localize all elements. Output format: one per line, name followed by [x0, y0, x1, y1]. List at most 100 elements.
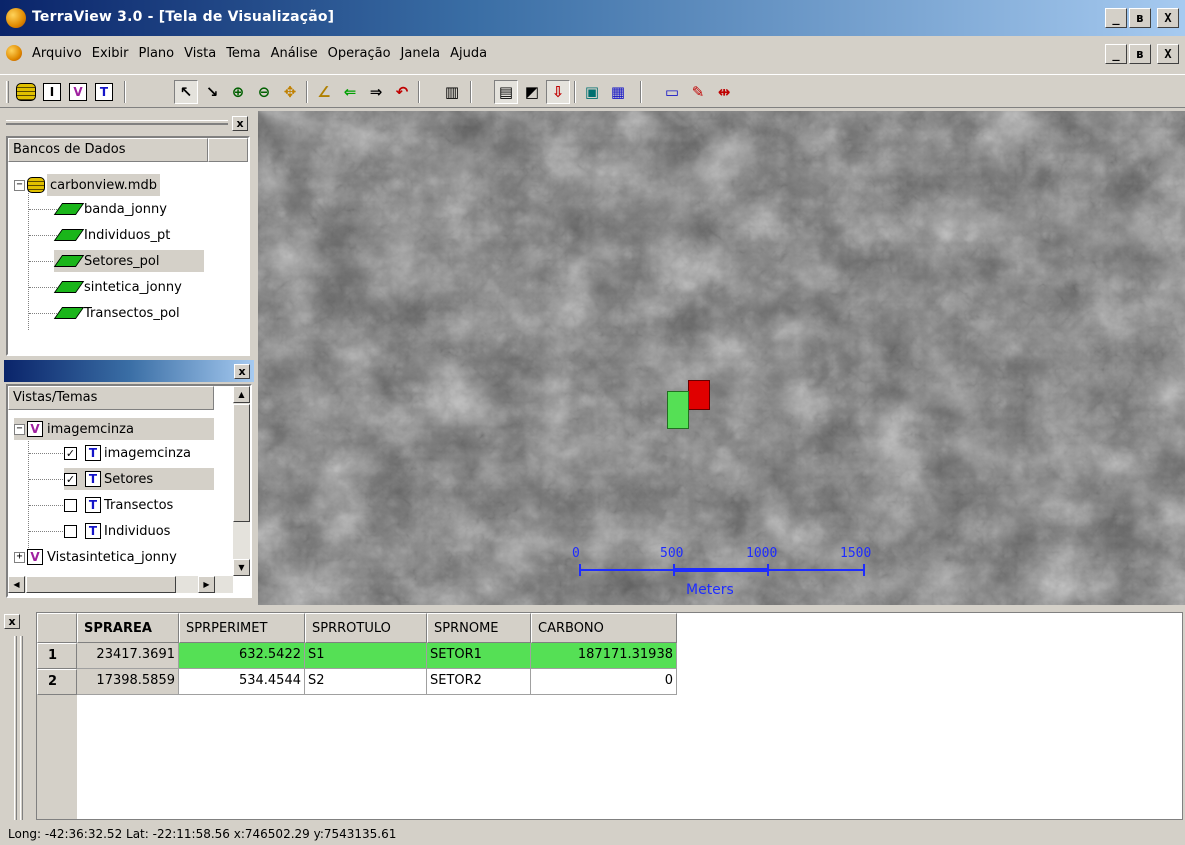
table-cell[interactable]: 632.5422 — [179, 643, 305, 669]
table-cell[interactable]: 0 — [531, 669, 677, 695]
minimize-button[interactable]: _ — [1105, 8, 1127, 28]
table-cell[interactable]: 17398.5859 — [77, 669, 179, 695]
table-cell[interactable]: S2 — [305, 669, 427, 695]
table-cell[interactable]: SETOR2 — [427, 669, 531, 695]
sector-polygon-green[interactable] — [667, 391, 689, 429]
menu-plano[interactable]: Plano — [139, 46, 175, 61]
theme-icon: T — [85, 497, 101, 513]
edit-icon[interactable]: ✎ — [686, 80, 710, 104]
graphic-icon[interactable]: ◩ — [520, 80, 544, 104]
table-close-button[interactable]: x — [4, 614, 20, 629]
toolbar-grip[interactable] — [6, 81, 9, 103]
table-corner[interactable] — [37, 613, 77, 643]
zoom-out-icon[interactable]: ⊖ — [252, 80, 276, 104]
menu-exibir[interactable]: Exibir — [92, 46, 129, 61]
views-tree-header[interactable]: Vistas/Temas — [8, 386, 214, 410]
row-header-1[interactable]: 1 — [37, 643, 77, 669]
tree-layer-transectos-pol[interactable]: Transectos_pol — [53, 302, 180, 324]
tree-layer-setores-pol[interactable]: Setores_pol — [53, 250, 204, 272]
undo-icon[interactable]: ↶ — [390, 80, 414, 104]
table-cell[interactable]: 187171.31938 — [531, 643, 677, 669]
info-tool-icon[interactable]: ↘ — [200, 80, 224, 104]
col-header-carbono[interactable]: CARBONO — [531, 613, 677, 643]
table-dock-grip[interactable]: x — [4, 612, 34, 822]
table-cell[interactable]: SETOR1 — [427, 643, 531, 669]
tree-database-carbonview[interactable]: − carbonview.mdb — [14, 174, 160, 196]
col-header-sprarea[interactable]: SPRAREA — [77, 613, 179, 643]
zoom-in-icon[interactable]: ⊕ — [226, 80, 250, 104]
tree-layer-sintetica-jonny[interactable]: sintetica_jonny — [53, 276, 182, 298]
row-header-filler — [37, 695, 77, 819]
menu-analise[interactable]: Análise — [271, 46, 318, 61]
import-icon[interactable]: ⇩ — [546, 80, 570, 104]
tree-layer-individuos-pt[interactable]: Individuos_pt — [53, 224, 170, 246]
database-icon[interactable] — [14, 80, 38, 104]
tree-theme-individuos[interactable]: T Individuos — [64, 520, 170, 542]
views-horizontal-scrollbar[interactable]: ◀ ▶ — [8, 576, 233, 593]
row-header-2[interactable]: 2 — [37, 669, 77, 695]
child-restore-button[interactable]: ʙ — [1129, 44, 1151, 64]
views-panel-titlebar[interactable]: x — [4, 360, 254, 382]
child-minimize-button[interactable]: _ — [1105, 44, 1127, 64]
tree-theme-transectos[interactable]: T Transectos — [64, 494, 173, 516]
scroll-down-arrow-icon[interactable]: ▼ — [233, 559, 250, 576]
grid-icon[interactable]: ▥ — [440, 80, 464, 104]
menu-janela[interactable]: Janela — [401, 46, 441, 61]
menu-arquivo[interactable]: Arquivo — [32, 46, 82, 61]
layer-polygon-icon — [53, 255, 85, 267]
dock-grip[interactable] — [6, 120, 228, 125]
db-tree-header-extra[interactable] — [208, 138, 248, 162]
theme-checkbox[interactable]: ✓ — [64, 472, 77, 486]
infolayer-icon[interactable]: I — [40, 80, 64, 104]
pan-icon[interactable]: ✥ — [278, 80, 302, 104]
draw-icon[interactable]: ∠ — [312, 80, 336, 104]
legend-icon[interactable]: ▭ — [660, 80, 684, 104]
pointer-icon[interactable]: ↖ — [174, 80, 198, 104]
views-vertical-scrollbar[interactable]: ▲ ▼ — [233, 386, 250, 576]
theme-checkbox[interactable] — [64, 524, 77, 538]
table-cell[interactable]: S1 — [305, 643, 427, 669]
collapse-icon[interactable]: − — [14, 423, 25, 435]
menu-vista[interactable]: Vista — [184, 46, 216, 61]
menu-operacao[interactable]: Operação — [328, 46, 391, 61]
expand-icon[interactable]: + — [14, 551, 25, 563]
db-panel-close-button[interactable]: x — [232, 116, 248, 131]
print-icon[interactable]: ▤ — [494, 80, 518, 104]
scroll-h-thumb[interactable] — [26, 576, 176, 593]
tree-view-imagemcinza[interactable]: − V imagemcinza — [14, 418, 214, 440]
window-title: TerraView 3.0 - [Tela de Visualização] — [32, 9, 335, 25]
table-cell[interactable]: 534.4544 — [179, 669, 305, 695]
sector-polygon-red[interactable] — [688, 380, 710, 410]
theme-icon[interactable]: T — [92, 80, 116, 104]
scroll-up-arrow-icon[interactable]: ▲ — [233, 386, 250, 403]
menu-tema[interactable]: Tema — [226, 46, 260, 61]
document-icon[interactable] — [6, 45, 22, 61]
view-icon[interactable]: V — [66, 80, 90, 104]
measure-icon[interactable]: ⇹ — [712, 80, 736, 104]
views-panel-close-button[interactable]: x — [234, 364, 250, 379]
map-canvas[interactable]: 0 500 1000 1500 Meters — [258, 111, 1185, 605]
menu-ajuda[interactable]: Ajuda — [450, 46, 487, 61]
tree-theme-setores[interactable]: ✓ T Setores — [64, 468, 214, 490]
tree-layer-banda-jonny[interactable]: banda_jonny — [53, 198, 167, 220]
back-icon[interactable]: ⇐ — [338, 80, 362, 104]
tree-theme-imagemcinza[interactable]: ✓ T imagemcinza — [64, 442, 191, 464]
close-button[interactable]: X — [1157, 8, 1179, 28]
col-header-sprrotulo[interactable]: SPRROTULO — [305, 613, 427, 643]
child-close-button[interactable]: X — [1157, 44, 1179, 64]
histogram-icon[interactable]: ▦ — [606, 80, 630, 104]
theme-checkbox[interactable] — [64, 498, 77, 512]
table-cell[interactable]: 23417.3691 — [77, 643, 179, 669]
scroll-thumb[interactable] — [233, 404, 250, 522]
theme-checkbox[interactable]: ✓ — [64, 446, 77, 460]
tree-view-vistasintetica[interactable]: + V Vistasintetica_jonny — [14, 546, 177, 568]
col-header-sprperimet[interactable]: SPRPERIMET — [179, 613, 305, 643]
scroll-right-arrow-icon[interactable]: ▶ — [198, 576, 215, 593]
forward-icon[interactable]: ⇒ — [364, 80, 388, 104]
scroll-left-arrow-icon[interactable]: ◀ — [8, 576, 25, 593]
col-header-sprnome[interactable]: SPRNOME — [427, 613, 531, 643]
db-tree-header[interactable]: Bancos de Dados — [8, 138, 208, 162]
display-icon[interactable]: ▣ — [580, 80, 604, 104]
maximize-button[interactable]: ʙ — [1129, 8, 1151, 28]
collapse-icon[interactable]: − — [14, 179, 25, 191]
